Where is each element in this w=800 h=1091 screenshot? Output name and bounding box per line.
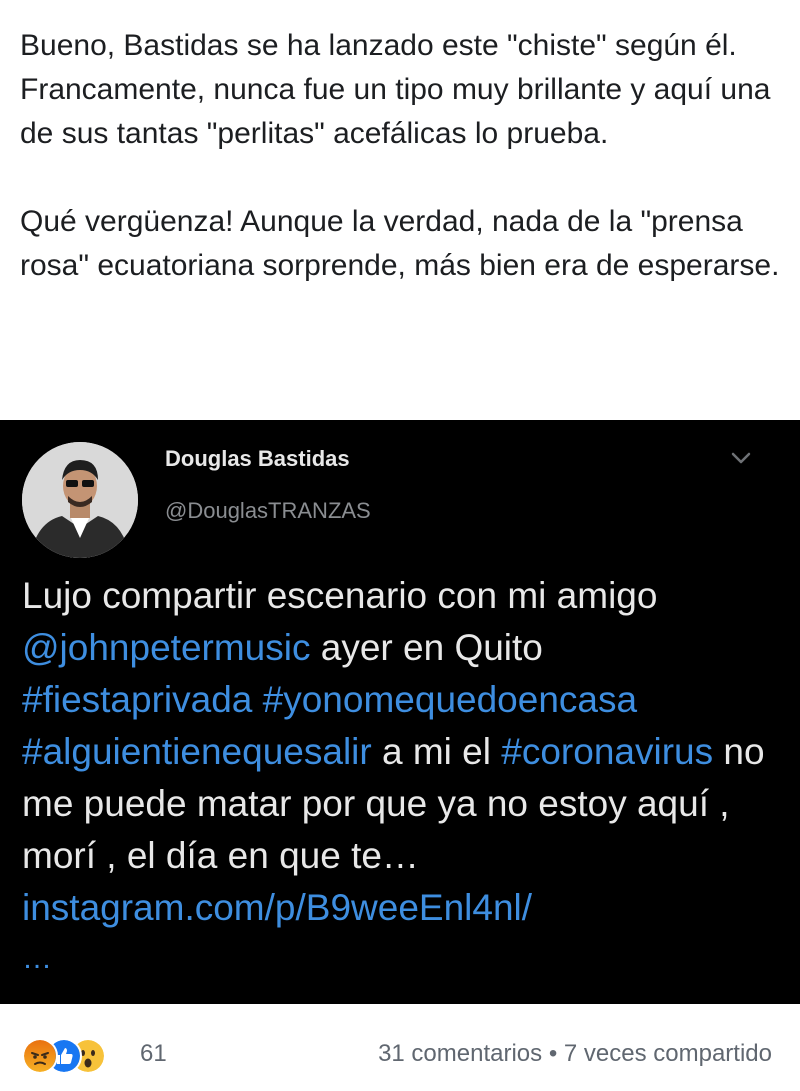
- more-ellipsis[interactable]: …: [22, 942, 53, 976]
- tweet-text-space: [252, 679, 262, 720]
- tweet-author-name[interactable]: Douglas Bastidas: [165, 446, 350, 472]
- post-text: Bueno, Bastidas se ha lanzado este "chis…: [20, 24, 780, 288]
- tweet-screenshot[interactable]: Douglas Bastidas @DouglasTRANZAS Lujo co…: [0, 420, 800, 1004]
- tweet-text-part: a mi el: [371, 731, 502, 772]
- tweet-text: Lujo compartir escenario con mi amigo @j…: [22, 570, 782, 934]
- instagram-link[interactable]: instagram.com/p/B9weeEnl4nl/: [22, 887, 532, 928]
- reactions-summary[interactable]: [22, 1038, 142, 1074]
- tweet-author-handle[interactable]: @DouglasTRANZAS: [165, 498, 371, 524]
- comments-shares-stats[interactable]: 31 comentarios • 7 veces compartido: [378, 1040, 772, 1068]
- angry-icon: [22, 1038, 58, 1074]
- tweet-text-part: ayer en Quito: [310, 627, 543, 668]
- hashtag-link[interactable]: #yonomequedoencasa: [263, 679, 637, 720]
- hashtag-link[interactable]: #alguientienequesalir: [22, 731, 372, 772]
- post-footer: 61 31 comentarios • 7 veces compartido: [0, 1004, 800, 1091]
- post-paragraph-1: Bueno, Bastidas se ha lanzado este "chis…: [20, 29, 771, 150]
- hashtag-link[interactable]: #fiestaprivada: [22, 679, 252, 720]
- chevron-down-icon[interactable]: [728, 448, 754, 468]
- post-paragraph-2: Qué vergüenza! Aunque la verdad, nada de…: [20, 205, 780, 282]
- reaction-count[interactable]: 61: [140, 1040, 167, 1068]
- hashtag-link[interactable]: #coronavirus: [501, 731, 713, 772]
- avatar[interactable]: [22, 442, 138, 558]
- mention-link[interactable]: @johnpetermusic: [22, 627, 310, 668]
- tweet-text-part: Lujo compartir escenario con mi amigo: [22, 575, 658, 616]
